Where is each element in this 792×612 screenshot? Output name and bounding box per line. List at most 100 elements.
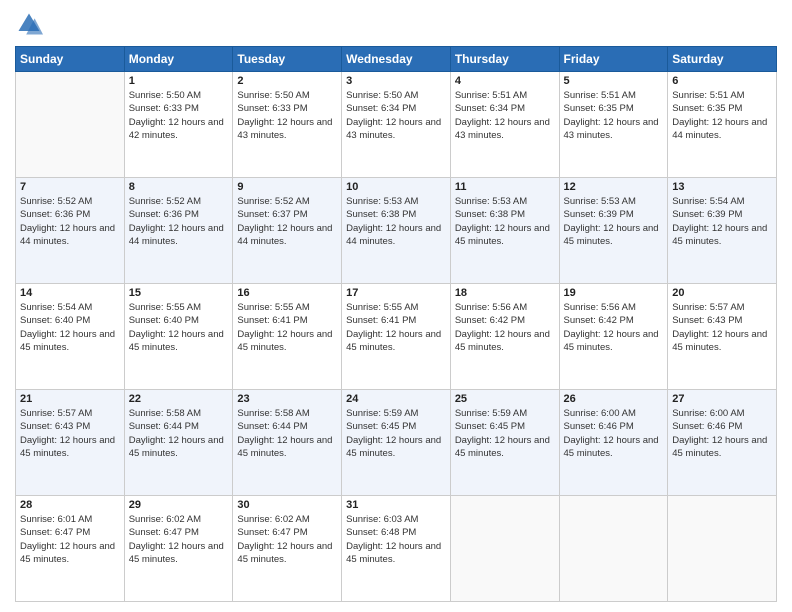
- day-info: Sunrise: 6:02 AMSunset: 6:47 PMDaylight:…: [129, 513, 229, 566]
- day-info: Sunrise: 5:56 AMSunset: 6:42 PMDaylight:…: [564, 301, 664, 354]
- weekday-header-sunday: Sunday: [16, 47, 125, 72]
- calendar-cell: 11Sunrise: 5:53 AMSunset: 6:38 PMDayligh…: [450, 178, 559, 284]
- calendar-cell: 10 Sunrise: 5:53 AMSunset: 6:38 PMDayligh…: [342, 178, 451, 284]
- day-info: Sunrise: 5:55 AMSunset: 6:40 PMDaylight:…: [129, 301, 229, 354]
- day-number: 26: [564, 393, 664, 405]
- day-number: 31: [346, 499, 446, 511]
- day-info: Sunrise: 6:02 AMSunset: 6:47 PMDaylight:…: [237, 513, 337, 566]
- day-info: Sunrise: 5:56 AMSunset: 6:42 PMDaylight:…: [455, 301, 555, 354]
- day-info: Sunrise: 5:50 AMSunset: 6:34 PMDaylight:…: [346, 89, 446, 142]
- calendar-cell: 29 Sunrise: 6:02 AMSunset: 6:47 PMDayligh…: [124, 496, 233, 602]
- day-info: Sunrise: 5:50 AMSunset: 6:33 PMDaylight:…: [129, 89, 229, 142]
- day-number: 15: [129, 287, 229, 299]
- page: SundayMondayTuesdayWednesdayThursdayFrid…: [0, 0, 792, 612]
- day-number: 29: [129, 499, 229, 511]
- calendar-cell: 27 Sunrise: 6:00 AMSunset: 6:46 PMDayligh…: [668, 390, 777, 496]
- day-number: 12: [564, 181, 664, 193]
- day-number: 6: [672, 75, 772, 87]
- calendar-cell: 22 Sunrise: 5:58 AMSunset: 6:44 PMDayligh…: [124, 390, 233, 496]
- calendar-cell: 13 Sunrise: 5:54 AMSunset: 6:39 PMDayligh…: [668, 178, 777, 284]
- day-info: Sunrise: 5:58 AMSunset: 6:44 PMDaylight:…: [129, 407, 229, 460]
- day-info: Sunrise: 5:55 AMSunset: 6:41 PMDaylight:…: [237, 301, 337, 354]
- calendar-cell: 14Sunrise: 5:54 AMSunset: 6:40 PMDayligh…: [16, 284, 125, 390]
- day-number: 9: [237, 181, 337, 193]
- weekday-header-tuesday: Tuesday: [233, 47, 342, 72]
- day-info: Sunrise: 5:59 AMSunset: 6:45 PMDaylight:…: [455, 407, 555, 460]
- day-info: Sunrise: 5:52 AMSunset: 6:37 PMDaylight:…: [237, 195, 337, 248]
- week-row-4: 28Sunrise: 6:01 AMSunset: 6:47 PMDayligh…: [16, 496, 777, 602]
- day-number: 17: [346, 287, 446, 299]
- calendar-cell: 19 Sunrise: 5:56 AMSunset: 6:42 PMDayligh…: [559, 284, 668, 390]
- calendar-cell: 6 Sunrise: 5:51 AMSunset: 6:35 PMDaylight…: [668, 72, 777, 178]
- calendar-cell: 16 Sunrise: 5:55 AMSunset: 6:41 PMDayligh…: [233, 284, 342, 390]
- day-number: 23: [237, 393, 337, 405]
- day-info: Sunrise: 5:54 AMSunset: 6:39 PMDaylight:…: [672, 195, 772, 248]
- week-row-2: 14Sunrise: 5:54 AMSunset: 6:40 PMDayligh…: [16, 284, 777, 390]
- calendar-cell: 2 Sunrise: 5:50 AMSunset: 6:33 PMDaylight…: [233, 72, 342, 178]
- day-number: 13: [672, 181, 772, 193]
- calendar-cell: 30Sunrise: 6:02 AMSunset: 6:47 PMDayligh…: [233, 496, 342, 602]
- calendar-cell: 24Sunrise: 5:59 AMSunset: 6:45 PMDayligh…: [342, 390, 451, 496]
- day-number: 19: [564, 287, 664, 299]
- calendar-table: SundayMondayTuesdayWednesdayThursdayFrid…: [15, 46, 777, 602]
- day-number: 4: [455, 75, 555, 87]
- weekday-header-saturday: Saturday: [668, 47, 777, 72]
- calendar-cell: 8 Sunrise: 5:52 AMSunset: 6:36 PMDaylight…: [124, 178, 233, 284]
- day-number: 14: [20, 287, 120, 299]
- day-number: 18: [455, 287, 555, 299]
- day-number: 22: [129, 393, 229, 405]
- header: [15, 10, 777, 38]
- day-info: Sunrise: 6:00 AMSunset: 6:46 PMDaylight:…: [672, 407, 772, 460]
- calendar-cell: [450, 496, 559, 602]
- calendar-cell: [668, 496, 777, 602]
- day-info: Sunrise: 5:53 AMSunset: 6:39 PMDaylight:…: [564, 195, 664, 248]
- day-number: 20: [672, 287, 772, 299]
- calendar-cell: [559, 496, 668, 602]
- day-info: Sunrise: 5:57 AMSunset: 6:43 PMDaylight:…: [672, 301, 772, 354]
- day-info: Sunrise: 5:57 AMSunset: 6:43 PMDaylight:…: [20, 407, 120, 460]
- calendar-cell: 21 Sunrise: 5:57 AMSunset: 6:43 PMDayligh…: [16, 390, 125, 496]
- weekday-header-thursday: Thursday: [450, 47, 559, 72]
- calendar-cell: 12 Sunrise: 5:53 AMSunset: 6:39 PMDayligh…: [559, 178, 668, 284]
- calendar-cell: 1Sunrise: 5:50 AMSunset: 6:33 PMDaylight…: [124, 72, 233, 178]
- day-number: 27: [672, 393, 772, 405]
- day-info: Sunrise: 5:52 AMSunset: 6:36 PMDaylight:…: [129, 195, 229, 248]
- calendar-cell: 5 Sunrise: 5:51 AMSunset: 6:35 PMDaylight…: [559, 72, 668, 178]
- day-info: Sunrise: 5:52 AMSunset: 6:36 PMDaylight:…: [20, 195, 120, 248]
- calendar-cell: 15 Sunrise: 5:55 AMSunset: 6:40 PMDayligh…: [124, 284, 233, 390]
- weekday-header-row: SundayMondayTuesdayWednesdayThursdayFrid…: [16, 47, 777, 72]
- day-number: 3: [346, 75, 446, 87]
- day-info: Sunrise: 5:50 AMSunset: 6:33 PMDaylight:…: [237, 89, 337, 142]
- day-number: 21: [20, 393, 120, 405]
- day-info: Sunrise: 6:00 AMSunset: 6:46 PMDaylight:…: [564, 407, 664, 460]
- day-number: 25: [455, 393, 555, 405]
- calendar-cell: 9 Sunrise: 5:52 AMSunset: 6:37 PMDaylight…: [233, 178, 342, 284]
- day-info: Sunrise: 5:51 AMSunset: 6:34 PMDaylight:…: [455, 89, 555, 142]
- calendar-cell: 20 Sunrise: 5:57 AMSunset: 6:43 PMDayligh…: [668, 284, 777, 390]
- weekday-header-friday: Friday: [559, 47, 668, 72]
- calendar-cell: 26 Sunrise: 6:00 AMSunset: 6:46 PMDayligh…: [559, 390, 668, 496]
- day-info: Sunrise: 5:58 AMSunset: 6:44 PMDaylight:…: [237, 407, 337, 460]
- calendar-cell: 28Sunrise: 6:01 AMSunset: 6:47 PMDayligh…: [16, 496, 125, 602]
- calendar-cell: 7Sunrise: 5:52 AMSunset: 6:36 PMDaylight…: [16, 178, 125, 284]
- day-number: 11: [455, 181, 555, 193]
- day-number: 24: [346, 393, 446, 405]
- day-info: Sunrise: 5:51 AMSunset: 6:35 PMDaylight:…: [564, 89, 664, 142]
- day-number: 16: [237, 287, 337, 299]
- week-row-0: 1Sunrise: 5:50 AMSunset: 6:33 PMDaylight…: [16, 72, 777, 178]
- day-number: 2: [237, 75, 337, 87]
- day-info: Sunrise: 5:53 AMSunset: 6:38 PMDaylight:…: [346, 195, 446, 248]
- day-number: 10: [346, 181, 446, 193]
- calendar-cell: 18 Sunrise: 5:56 AMSunset: 6:42 PMDayligh…: [450, 284, 559, 390]
- weekday-header-monday: Monday: [124, 47, 233, 72]
- calendar-cell: 4 Sunrise: 5:51 AMSunset: 6:34 PMDaylight…: [450, 72, 559, 178]
- calendar-cell: [16, 72, 125, 178]
- week-row-1: 7Sunrise: 5:52 AMSunset: 6:36 PMDaylight…: [16, 178, 777, 284]
- day-number: 8: [129, 181, 229, 193]
- day-info: Sunrise: 5:55 AMSunset: 6:41 PMDaylight:…: [346, 301, 446, 354]
- calendar-cell: 23 Sunrise: 5:58 AMSunset: 6:44 PMDayligh…: [233, 390, 342, 496]
- day-number: 28: [20, 499, 120, 511]
- day-number: 5: [564, 75, 664, 87]
- calendar-cell: 17 Sunrise: 5:55 AMSunset: 6:41 PMDayligh…: [342, 284, 451, 390]
- day-info: Sunrise: 5:51 AMSunset: 6:35 PMDaylight:…: [672, 89, 772, 142]
